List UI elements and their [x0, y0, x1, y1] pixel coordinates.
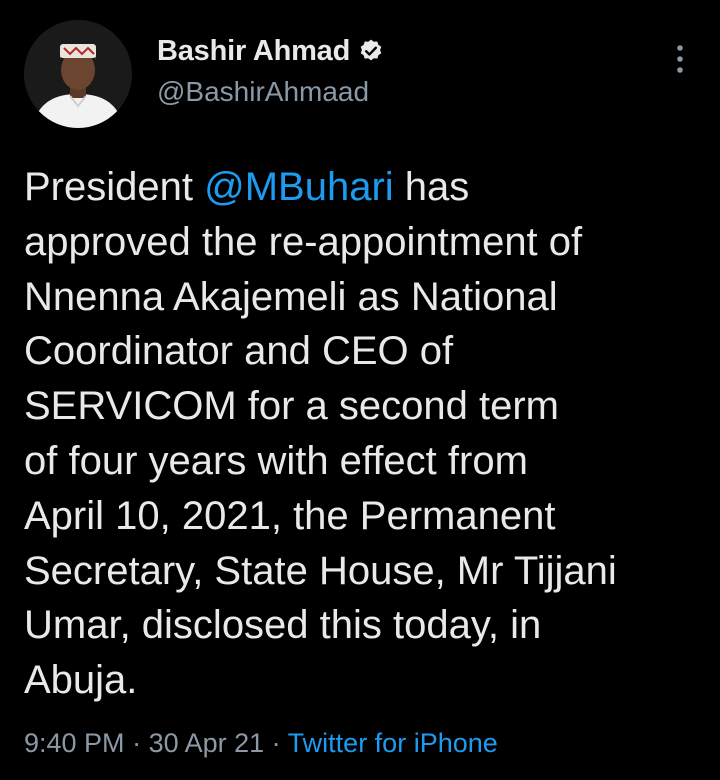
tweet-line: of four years with effect from: [24, 438, 528, 483]
more-options-icon[interactable]: [672, 42, 688, 76]
tweet-line: Coordinator and CEO of: [24, 329, 454, 374]
tweet-line: Nnenna Akajemeli as National: [24, 274, 558, 319]
tweet-date[interactable]: 30 Apr 21: [149, 728, 265, 758]
mention-link[interactable]: @MBuhari: [204, 165, 394, 209]
tweet-text-segment: has: [393, 165, 470, 209]
tweet-line: approved the re-appointment of: [24, 219, 583, 264]
profile-photo-icon: [24, 20, 132, 128]
avatar[interactable]: [24, 20, 132, 128]
meta-separator: ·: [124, 728, 149, 758]
display-name[interactable]: Bashir Ahmad: [157, 35, 350, 68]
tweet-line: April 10, 2021, the Permanent: [24, 493, 556, 538]
tweet-line: SERVICOM for a second term: [24, 384, 559, 429]
tweet-line: President @MBuhari has: [24, 160, 696, 215]
meta-separator: ·: [264, 728, 288, 758]
verified-badge-icon: [358, 38, 384, 64]
tweet-text: President @MBuhari has approved the re-a…: [24, 160, 696, 708]
handle[interactable]: @BashirAhmaad: [157, 76, 384, 108]
tweet-line: Abuja.: [24, 658, 138, 703]
tweet-source-link[interactable]: Twitter for iPhone: [288, 728, 498, 758]
tweet-meta: 9:40 PM · 30 Apr 21 · Twitter for iPhone: [24, 728, 498, 759]
tweet-time[interactable]: 9:40 PM: [24, 728, 125, 758]
tweet-text-segment: President: [24, 165, 205, 209]
author-info: Bashir Ahmad @BashirAhmaad: [157, 32, 384, 108]
tweet-header: Bashir Ahmad @BashirAhmaad: [24, 20, 696, 132]
display-name-row: Bashir Ahmad: [157, 32, 384, 70]
tweet-line: Secretary, State House, Mr Tijjani: [24, 548, 617, 593]
tweet-line: Umar, disclosed this today, in: [24, 603, 542, 648]
